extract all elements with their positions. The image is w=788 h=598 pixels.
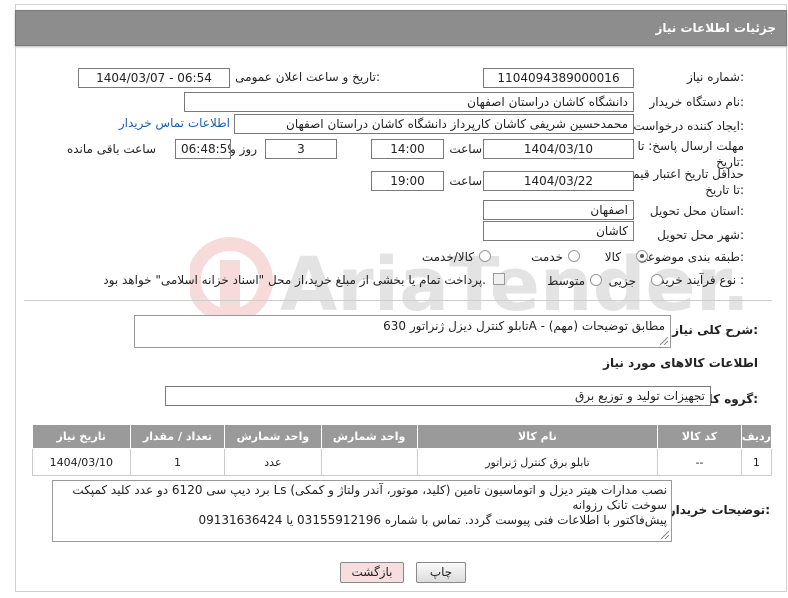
back-button[interactable]: بازگشت (340, 562, 404, 583)
goods-group-field: تجهیزات تولید و توزیع برق (165, 386, 711, 406)
process-label: نوع فرآیند خرید : (659, 273, 744, 287)
treasury-checkbox[interactable] (493, 273, 505, 285)
col-unit-count: واحد شمارش (320, 424, 418, 449)
need-number-label: شماره نیاز: (686, 70, 744, 84)
print-button[interactable]: چاپ (416, 562, 466, 583)
col-item-name: نام کالا (416, 424, 659, 449)
category-label: طبقه بندی موضوعی: (637, 250, 744, 264)
cell-item-name: تابلو برق کنترل ژنراتور (416, 448, 659, 476)
province-field: اصفهان (483, 200, 634, 220)
price-validity-time-label: ساعت (449, 174, 482, 188)
cell-unit: عدد (224, 448, 322, 476)
category-option-service: خدمت (531, 250, 563, 264)
buyer-notes-label: توضیحات خریدار: (668, 503, 770, 517)
cell-item-code: -- (657, 448, 742, 476)
notes-line-3: پیش‌فاکتور با اطلاعات فنی پیوست گردد. تم… (198, 513, 667, 527)
need-number-field: 1104094389000016 (483, 68, 634, 88)
col-quantity: تعداد / مقدار (129, 424, 226, 449)
table-row: 1404/03/10 1 عدد تابلو برق کنترل ژنراتور… (32, 448, 773, 476)
buyer-org-field: دانشگاه کاشان دراستان اصفهان (184, 92, 634, 112)
col-row: ردیف (740, 424, 773, 449)
announce-field: 1404/03/07 - 06:54 (78, 68, 230, 88)
resize-grip-icon[interactable] (660, 337, 668, 345)
buyer-notes-textarea[interactable]: برد دیپ سی 6120 دو عدد کلید کمپکت Ls (کل… (52, 480, 672, 542)
category-option-goods-service: کالا/خدمت (421, 250, 474, 264)
cell-unit-count (320, 448, 418, 476)
requester-field: محمدحسین شریفی کاشان کارپرداز دانشگاه کا… (234, 114, 634, 134)
price-validity-date-field: 1404/03/22 (483, 171, 634, 191)
goods-table-header: تاریخ نیاز تعداد / مقدار واحد شمارش واحد… (32, 424, 773, 449)
category-radio-goods-service[interactable] (479, 250, 491, 262)
category-radio-service[interactable] (568, 250, 580, 262)
col-need-date: تاریخ نیاز (32, 424, 131, 449)
category-radio-goods[interactable] (636, 250, 648, 262)
remaining-time-field: 06:48:59 (175, 139, 231, 159)
payment-note: پرداخت تمام یا بخشی از مبلغ خرید،از محل … (103, 273, 486, 287)
notes-line-1: برد دیپ سی 6120 دو عدد کلید کمپکت Ls (کل… (72, 483, 667, 497)
deadline-date-field: 1404/03/10 (483, 139, 634, 159)
deadline-time-label: ساعت (449, 142, 482, 156)
city-label: شهر محل تحویل: (657, 228, 744, 242)
col-item-code: کد کالا (657, 424, 742, 449)
buyer-org-label: نام دستگاه خریدار: (649, 95, 745, 109)
province-label: استان محل تحویل: (649, 204, 744, 218)
page-title: جزئیات اطلاعات نیاز (655, 21, 776, 35)
cell-quantity: 1 (129, 448, 226, 476)
days-field: 3 (265, 139, 337, 159)
process-option-medium: متوسط (547, 274, 585, 288)
announce-label: تاریخ و ساعت اعلان عمومی: (235, 70, 380, 84)
process-option-minor: جزیی (608, 274, 636, 288)
buyer-contact-link[interactable]: اطلاعات تماس خریدار (119, 116, 230, 130)
goods-table: تاریخ نیاز تعداد / مقدار واحد شمارش واحد… (32, 424, 773, 476)
notes-line-2: سوخت تانک رزوانه (572, 498, 667, 512)
category-option-goods: کالا (604, 250, 621, 264)
process-radio-minor[interactable] (651, 274, 663, 286)
cell-row: 1 (740, 448, 773, 476)
resize-grip-icon[interactable] (661, 531, 669, 539)
price-validity-time-field: 19:00 (371, 171, 444, 191)
cell-need-date: 1404/03/10 (32, 448, 131, 476)
requester-label: ایجاد کننده درخواست: (633, 119, 744, 133)
days-label: روز و (230, 142, 257, 156)
deadline-time-field: 14:00 (371, 139, 444, 159)
description-textarea[interactable]: تابلو کنترل دیزل ژنراتور 630A - مطابق تو… (134, 315, 671, 348)
separator (24, 300, 772, 301)
remaining-label: ساعت باقی مانده (66, 142, 156, 156)
city-field: کاشان (483, 221, 634, 241)
page-header: جزئیات اطلاعات نیاز (15, 10, 787, 46)
col-unit: واحد شمارش (224, 424, 322, 449)
description-label: شرح کلی نیاز: (672, 323, 758, 337)
description-text: تابلو کنترل دیزل ژنراتور 630A - مطابق تو… (383, 319, 665, 333)
process-radio-medium[interactable] (590, 274, 602, 286)
goods-section-title: اطلاعات کالاهای مورد نیاز (603, 356, 758, 370)
